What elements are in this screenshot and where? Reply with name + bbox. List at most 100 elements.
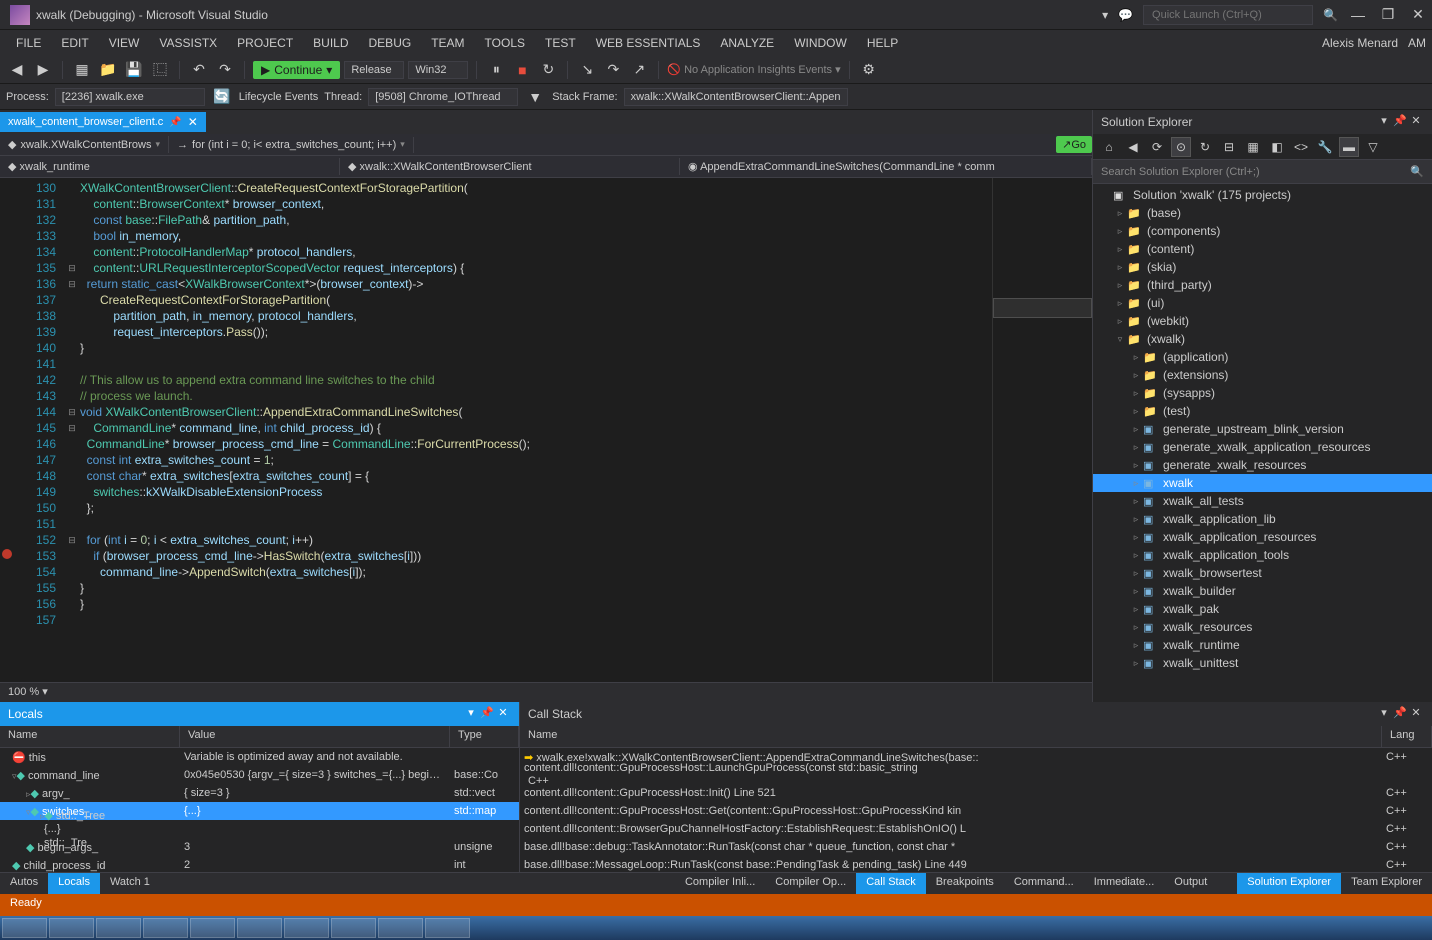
tab-immediate[interactable]: Immediate... xyxy=(1084,873,1165,894)
task-item[interactable] xyxy=(284,918,329,938)
preview-icon[interactable]: ◧ xyxy=(1267,137,1287,157)
menu-window[interactable]: WINDOW xyxy=(784,32,857,54)
tree-item[interactable]: ▹▣xwalk_application_lib xyxy=(1093,510,1432,528)
tab-solutionexplorer[interactable]: Solution Explorer xyxy=(1237,873,1341,894)
search-icon[interactable]: 🔍 xyxy=(1323,8,1338,22)
member-combo[interactable]: ◉ AppendExtraCommandLineSwitches(Command… xyxy=(680,158,1092,175)
locals-row[interactable]: ▹◆ std::_Tree{...}std::_Tre xyxy=(0,820,519,838)
func-nav-dropdown[interactable]: → for (int i = 0; i< extra_switches_coun… xyxy=(169,137,414,153)
tree-item[interactable]: ▹📁(sysapps) xyxy=(1093,384,1432,402)
solution-search[interactable]: Search Solution Explorer (Ctrl+;) 🔍 xyxy=(1093,160,1432,184)
menu-file[interactable]: FILE xyxy=(6,32,51,54)
feedback-icon[interactable]: 💬 xyxy=(1118,8,1133,22)
dropdown-icon[interactable]: ▾ xyxy=(463,706,479,722)
callstack-row[interactable]: content.dll!content::BrowserGpuChannelHo… xyxy=(520,820,1432,838)
break-all-icon[interactable]: ⏸ xyxy=(485,59,507,81)
thread-dropdown[interactable]: [9508] Chrome_IOThread xyxy=(368,88,518,106)
pin-icon[interactable]: 📌 xyxy=(169,117,181,128)
pin-panel-icon[interactable]: 📌 xyxy=(1392,706,1408,722)
filter-icon[interactable]: ▬ xyxy=(1339,137,1359,157)
config-dropdown[interactable]: Release xyxy=(344,61,404,79)
scope-icon[interactable]: ⊙ xyxy=(1171,137,1191,157)
class-nav-dropdown[interactable]: ◆ xwalk.XWalkContentBrows ▾ xyxy=(0,136,169,153)
windows-taskbar[interactable] xyxy=(0,916,1432,940)
close-tab-icon[interactable]: ✕ xyxy=(188,115,198,129)
platform-dropdown[interactable]: Win32 xyxy=(408,61,468,79)
lifecycle-icon[interactable]: 🔄 xyxy=(211,86,233,108)
notification-icon[interactable]: ▾ xyxy=(1102,8,1108,22)
save-icon[interactable]: 💾 xyxy=(123,59,145,81)
tab-callstack[interactable]: Call Stack xyxy=(856,873,926,894)
tree-item[interactable]: ▣Solution 'xwalk' (175 projects) xyxy=(1093,186,1432,204)
tree-item[interactable]: ▹▣xwalk_application_tools xyxy=(1093,546,1432,564)
menu-edit[interactable]: EDIT xyxy=(51,32,98,54)
tab-autos[interactable]: Autos xyxy=(0,873,48,894)
open-icon[interactable]: 📁 xyxy=(97,59,119,81)
callstack-grid[interactable]: ➡ xwalk.exe!xwalk::XWalkContentBrowserCl… xyxy=(520,748,1432,872)
stop-debug-icon[interactable]: ■ xyxy=(511,59,533,81)
tree-item[interactable]: ▹▣xwalk_runtime xyxy=(1093,636,1432,654)
process-dropdown[interactable]: [2236] xwalk.exe xyxy=(55,88,205,106)
tab-watch[interactable]: Watch 1 xyxy=(100,873,160,894)
col-lang[interactable]: Lang xyxy=(1382,726,1432,747)
tree-item[interactable]: ▹📁(extensions) xyxy=(1093,366,1432,384)
close-button[interactable]: ✕ xyxy=(1408,5,1428,25)
restore-button[interactable]: ❐ xyxy=(1378,5,1398,25)
task-item[interactable] xyxy=(378,918,423,938)
tree-item[interactable]: ▹▣generate_upstream_blink_version xyxy=(1093,420,1432,438)
menu-build[interactable]: BUILD xyxy=(303,32,358,54)
task-item[interactable] xyxy=(143,918,188,938)
menu-project[interactable]: PROJECT xyxy=(227,32,303,54)
tree-item[interactable]: ▹📁(skia) xyxy=(1093,258,1432,276)
new-project-icon[interactable]: ▦ xyxy=(71,59,93,81)
funnel-icon[interactable]: ▽ xyxy=(1363,137,1383,157)
menu-vassistx[interactable]: VASSISTX xyxy=(149,32,227,54)
tree-item[interactable]: ▹▣xwalk xyxy=(1093,474,1432,492)
save-all-icon[interactable]: ⿺ xyxy=(149,59,171,81)
callstack-row[interactable]: content.dll!content::GpuProcessHost::Get… xyxy=(520,802,1432,820)
minimize-button[interactable]: — xyxy=(1348,5,1368,25)
minimap-viewport[interactable] xyxy=(993,298,1092,318)
step-over-icon[interactable]: ↷ xyxy=(602,59,624,81)
tab-breakpoints[interactable]: Breakpoints xyxy=(926,873,1004,894)
task-item[interactable] xyxy=(190,918,235,938)
task-item[interactable] xyxy=(96,918,141,938)
close-panel-icon[interactable]: ✕ xyxy=(1408,706,1424,722)
menu-web essentials[interactable]: WEB ESSENTIALS xyxy=(586,32,711,54)
task-item[interactable] xyxy=(331,918,376,938)
tab-command[interactable]: Command... xyxy=(1004,873,1084,894)
tree-item[interactable]: ▹📁(application) xyxy=(1093,348,1432,366)
task-item[interactable] xyxy=(237,918,282,938)
col-type[interactable]: Type xyxy=(450,726,519,747)
callstack-row[interactable]: base.dll!base::MessageLoop::RunTask(cons… xyxy=(520,856,1432,872)
col-name[interactable]: Name xyxy=(0,726,180,747)
quick-launch-input[interactable] xyxy=(1143,5,1313,25)
back-icon[interactable]: ◀ xyxy=(1123,137,1143,157)
sync-icon[interactable]: ⟳ xyxy=(1147,137,1167,157)
properties-icon[interactable]: 🔧 xyxy=(1315,137,1335,157)
dropdown-icon[interactable]: ▾ xyxy=(1376,706,1392,722)
menu-view[interactable]: VIEW xyxy=(99,32,150,54)
pin-panel-icon[interactable]: 📌 xyxy=(479,706,495,722)
nav-fwd-icon[interactable]: ▶ xyxy=(32,59,54,81)
document-tab[interactable]: xwalk_content_browser_client.c 📌 ✕ xyxy=(0,112,206,132)
locals-row[interactable]: ◆ begin_args_3unsigne xyxy=(0,838,519,856)
tree-item[interactable]: ▹▣xwalk_browsertest xyxy=(1093,564,1432,582)
menu-analyze[interactable]: ANALYZE xyxy=(710,32,784,54)
breakpoint-icon[interactable] xyxy=(2,549,12,559)
col-value[interactable]: Value xyxy=(180,726,450,747)
tree-item[interactable]: ▹▣xwalk_builder xyxy=(1093,582,1432,600)
tab-teamexplorer[interactable]: Team Explorer xyxy=(1341,873,1432,894)
code-minimap[interactable] xyxy=(992,178,1092,682)
restart-icon[interactable]: ↻ xyxy=(537,59,559,81)
locals-row[interactable]: ◆ child_process_id2int xyxy=(0,856,519,872)
col-name[interactable]: Name xyxy=(520,726,1382,747)
tab-output[interactable]: Output xyxy=(1164,873,1217,894)
fold-gutter[interactable]: ⊟⊟⊟⊟⊟ xyxy=(64,178,80,682)
tab-compilerop[interactable]: Compiler Op... xyxy=(765,873,856,894)
go-button[interactable]: ↗Go xyxy=(1056,136,1092,153)
tree-item[interactable]: ▹📁(test) xyxy=(1093,402,1432,420)
tree-item[interactable]: ▹▣xwalk_unittest xyxy=(1093,654,1432,672)
callstack-row[interactable]: content.dll!content::GpuProcessHost::Ini… xyxy=(520,784,1432,802)
locals-row[interactable]: ▿◆ command_line0x045e0530 {argv_={ size=… xyxy=(0,766,519,784)
